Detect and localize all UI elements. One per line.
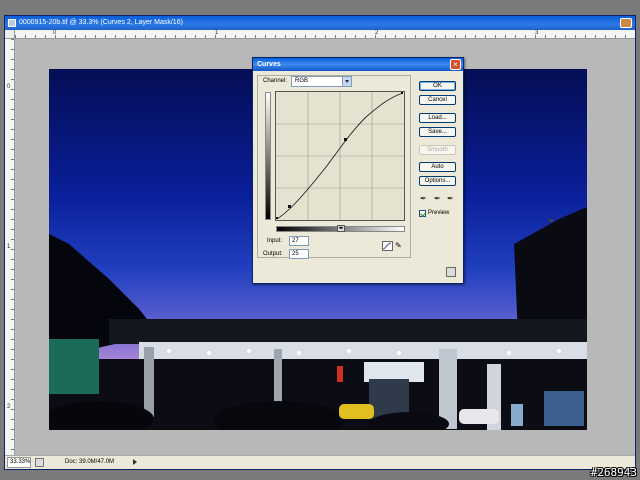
ruler-vertical[interactable]: 0 1 2 — [5, 39, 15, 457]
status-bar: 33.33% Doc: 39.0M/47.0M — [5, 455, 635, 469]
pillar — [439, 349, 457, 429]
document-title-bar[interactable]: 0000915-20b.tif @ 33.3% (Curves 2, Layer… — [5, 16, 635, 30]
ruler-top-number: 3 — [535, 30, 539, 36]
save-button[interactable]: Save... — [419, 127, 456, 137]
curves-dialog-title[interactable]: Curves — [253, 58, 463, 71]
pillar — [144, 347, 154, 417]
canopy-roof — [109, 319, 587, 344]
curve-point — [276, 217, 278, 219]
document-size-text: Doc: 39.0M/47.0M — [65, 459, 115, 465]
photoshop-doc-icon — [8, 19, 16, 27]
curve-point — [288, 205, 291, 208]
auto-button[interactable]: Auto — [419, 162, 456, 172]
options-button[interactable]: Options... — [419, 176, 456, 186]
car-yellow — [339, 404, 374, 419]
preview-label: Preview — [428, 210, 450, 216]
curve-point — [344, 138, 347, 141]
output-label: Output: — [263, 251, 283, 257]
output-field[interactable]: 25 — [289, 249, 309, 259]
green-lit-area — [49, 339, 99, 394]
cancel-button[interactable]: Cancel — [419, 95, 456, 105]
output-gradient-bar — [265, 92, 271, 220]
ruler-left-number: 2 — [7, 404, 11, 410]
ruler-top-number: 2 — [375, 30, 379, 36]
expand-view-icon[interactable] — [446, 267, 456, 277]
curve-grid — [276, 92, 404, 220]
document-close-icon[interactable] — [620, 18, 632, 28]
document-title: 0000915-20b.tif @ 33.3% (Curves 2, Layer… — [19, 19, 183, 26]
curve-tool-icon[interactable] — [382, 241, 393, 251]
car-white — [459, 409, 499, 424]
black-eyedropper-icon[interactable]: ✒ — [420, 194, 428, 203]
ruler-top-number: 0 — [53, 30, 57, 36]
curve-graph[interactable] — [275, 91, 405, 221]
pencil-tool-icon[interactable]: ✎ — [395, 241, 404, 251]
curve-point — [401, 92, 403, 94]
input-label: Input: — [267, 238, 283, 244]
white-eyedropper-icon[interactable]: ✒ — [447, 194, 455, 203]
load-button[interactable]: Load... — [419, 113, 456, 123]
channel-label: Channel: — [263, 78, 288, 84]
watermark: #268943 — [590, 466, 637, 479]
preview-checkbox[interactable] — [419, 210, 426, 217]
ok-button[interactable]: OK — [419, 81, 456, 91]
input-field[interactable]: 27 — [289, 236, 309, 246]
ruler-left-number: 1 — [7, 244, 11, 250]
close-icon[interactable]: × — [450, 59, 461, 70]
gradient-toggle-icon[interactable]: ◂▸ — [337, 225, 345, 232]
gray-eyedropper-icon[interactable]: ✒ — [434, 194, 442, 203]
ruler-left-number: 0 — [7, 84, 11, 90]
zoom-level-field[interactable]: 33.33% — [7, 457, 31, 468]
ruler-top-number: 1 — [215, 30, 219, 36]
building-light — [549, 219, 553, 222]
chevron-down-icon[interactable] — [342, 77, 351, 86]
channel-value: RGB — [295, 78, 309, 84]
ruler-horizontal[interactable]: 0 1 2 3 — [15, 30, 635, 39]
ruler-corner — [5, 30, 15, 39]
pump-machine — [511, 404, 523, 426]
status-info-icon[interactable] — [35, 458, 44, 467]
channel-select[interactable]: RGB — [291, 76, 352, 87]
smooth-button[interactable]: Smooth — [419, 145, 456, 155]
status-menu-arrow-icon[interactable] — [133, 459, 137, 465]
red-sign — [337, 366, 343, 382]
curve-graph-svg[interactable] — [276, 92, 404, 220]
pump-blue — [544, 391, 584, 426]
